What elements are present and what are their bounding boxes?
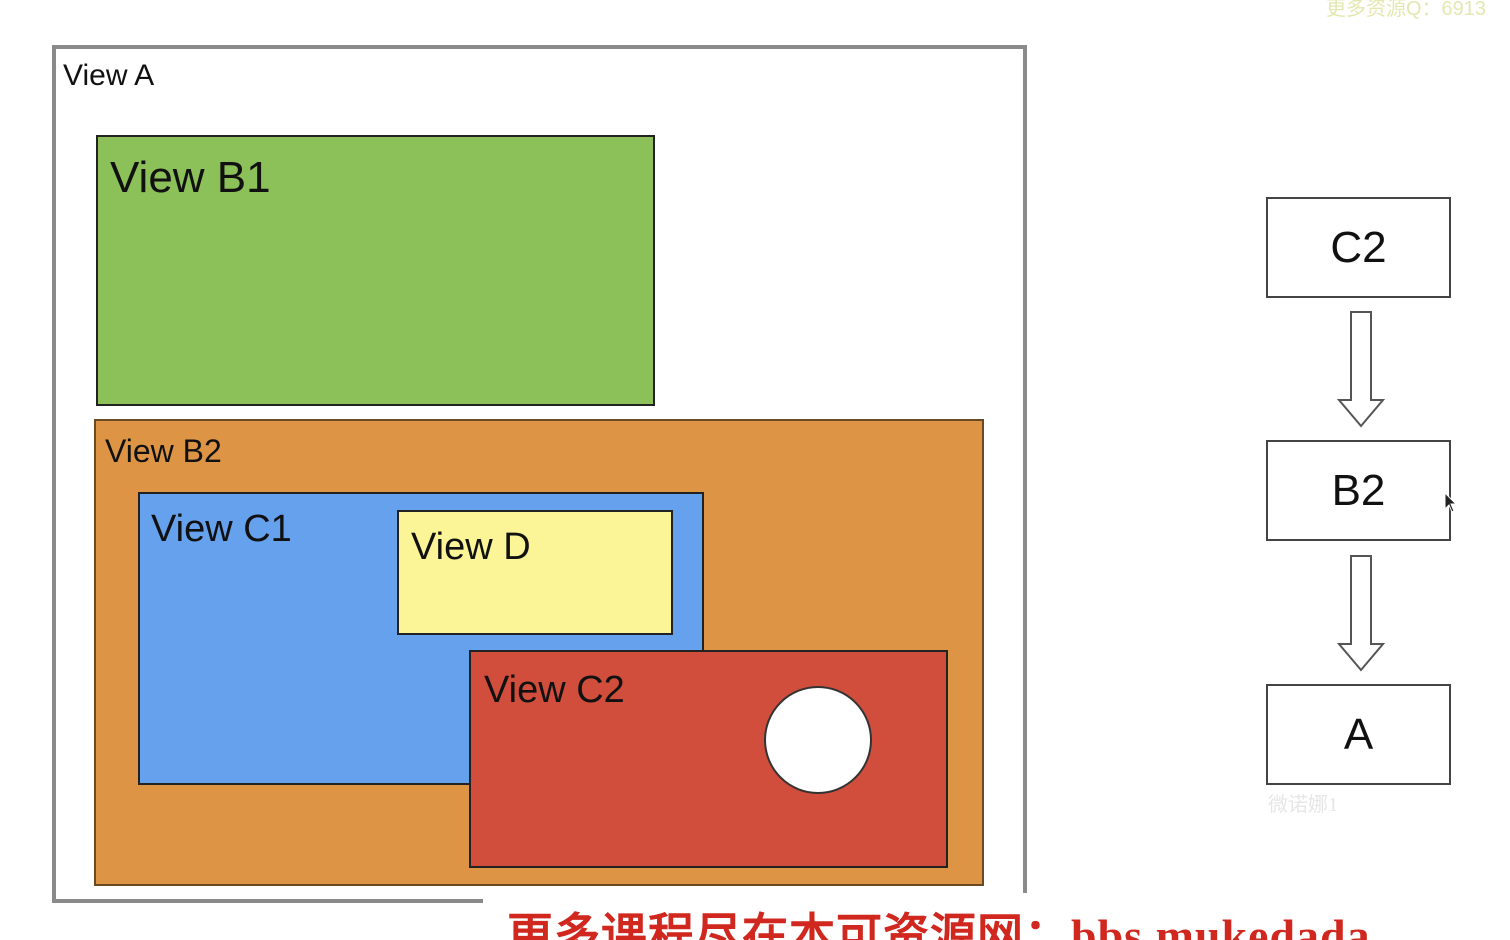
bottom-banner: 更多课程尽在本可资源网：bbs.mukedada: [483, 893, 1510, 940]
view-c2-label: View C2: [484, 669, 625, 711]
side-watermark: 微诺娜1: [1268, 794, 1338, 816]
top-watermark: 更多资源Q：6913: [1326, 0, 1487, 20]
white-circle: [764, 686, 872, 794]
chain-node-c2: C2: [1266, 197, 1451, 298]
down-arrow-icon: [1336, 555, 1386, 672]
view-d-label: View D: [411, 526, 531, 568]
view-b1-box: View B1: [96, 135, 655, 406]
view-a-label: View A: [63, 59, 155, 92]
view-c1-label: View C1: [151, 508, 292, 550]
chain-node-b2: B2: [1266, 440, 1451, 541]
mouse-cursor-icon: [1444, 492, 1458, 513]
chain-node-a: A: [1266, 684, 1451, 785]
banner-text: 更多课程尽在本可资源网：bbs.mukedada: [507, 910, 1371, 940]
down-arrow-icon: [1336, 311, 1386, 428]
view-b1-label: View B1: [110, 153, 271, 202]
view-b2-label: View B2: [105, 433, 222, 469]
view-c2-box: View C2: [469, 650, 948, 868]
view-d-box: View D: [397, 510, 673, 635]
